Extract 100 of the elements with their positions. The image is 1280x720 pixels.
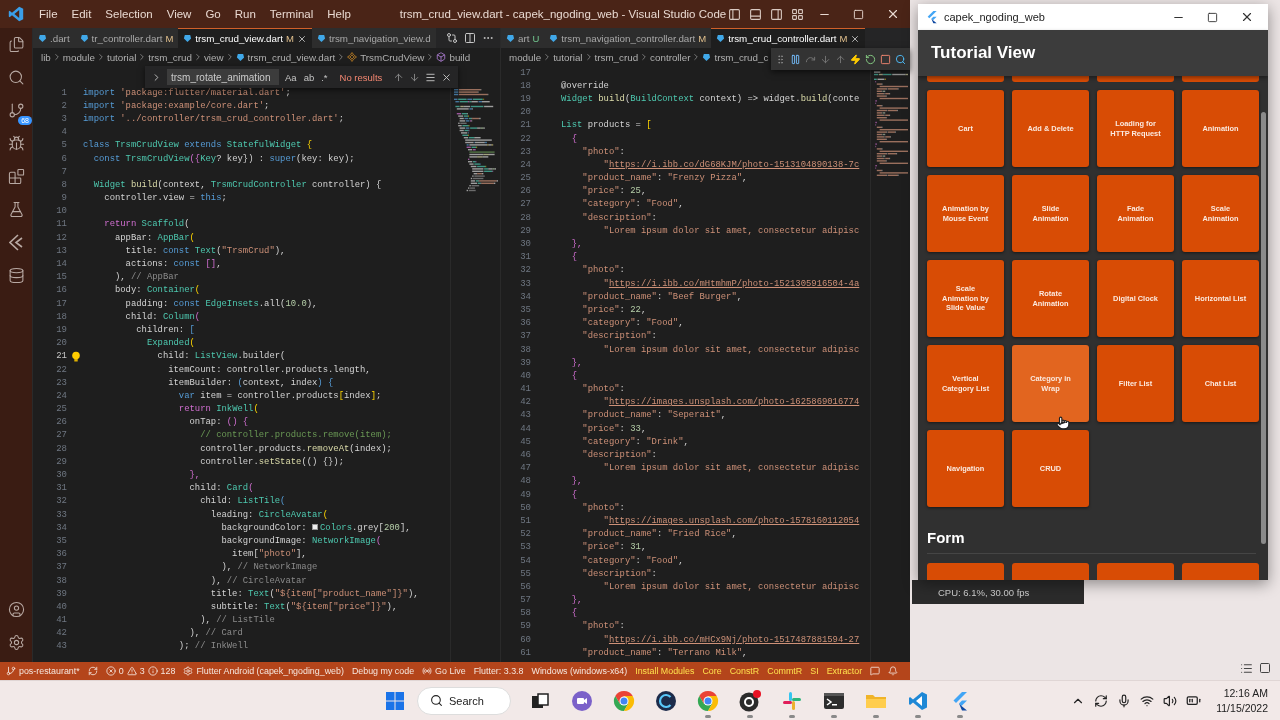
video-chat-icon[interactable] bbox=[571, 689, 593, 712]
editor-tab[interactable]: trsm_crud_controller.dart M bbox=[711, 28, 866, 48]
menu-item[interactable]: Go bbox=[198, 8, 228, 20]
status-item[interactable]: Flutter: 3.3.8 bbox=[473, 666, 524, 676]
clock-time[interactable]: 12:16 AM bbox=[1223, 686, 1268, 701]
terminal-icon[interactable] bbox=[823, 690, 845, 711]
close-icon[interactable] bbox=[886, 7, 900, 21]
ring-app-icon[interactable] bbox=[655, 689, 677, 712]
find-field[interactable]: trsm_rotate_animation bbox=[167, 69, 279, 85]
find-option-button[interactable]: ab bbox=[302, 71, 316, 83]
menu-item[interactable]: View bbox=[159, 8, 199, 20]
ribbon-icon[interactable] bbox=[908, 690, 928, 711]
status-item[interactable]: SI bbox=[810, 666, 819, 676]
scrollbar[interactable] bbox=[1261, 112, 1266, 544]
breadcrumb-item[interactable]: controller bbox=[650, 51, 691, 63]
breadcrumb-item[interactable]: tutorial bbox=[106, 51, 137, 63]
editor-tab[interactable]: trsm_navigation_controller.dart M bbox=[544, 28, 712, 48]
feedback-icon[interactable] bbox=[870, 666, 881, 676]
grip-icon[interactable] bbox=[775, 53, 786, 65]
warning-count[interactable]: 3 bbox=[139, 666, 145, 676]
panel-bottom-icon[interactable] bbox=[749, 7, 762, 21]
close-icon[interactable] bbox=[441, 71, 453, 83]
lines-icon[interactable] bbox=[425, 71, 437, 83]
breadcrumb-item[interactable]: build bbox=[449, 51, 471, 63]
breadcrumb-item[interactable]: tutorial bbox=[553, 51, 583, 63]
compare-icon[interactable] bbox=[446, 32, 458, 44]
stop-icon[interactable] bbox=[880, 53, 891, 65]
square-icon[interactable] bbox=[1259, 662, 1271, 674]
breadcrumb-item[interactable]: lib bbox=[41, 51, 51, 63]
search-icon[interactable] bbox=[7, 68, 25, 86]
menu-item[interactable]: Terminal bbox=[262, 8, 321, 20]
close-icon[interactable] bbox=[850, 33, 861, 44]
status-item[interactable]: ConstR bbox=[729, 666, 760, 676]
go-live-button[interactable]: Go Live bbox=[435, 666, 466, 676]
search-icon[interactable] bbox=[895, 53, 906, 65]
find-option-button[interactable]: .* bbox=[320, 71, 329, 83]
sync-icon[interactable] bbox=[1094, 693, 1109, 708]
account-icon[interactable] bbox=[7, 600, 25, 618]
arrow-down-icon[interactable] bbox=[820, 53, 831, 65]
breadcrumb-item[interactable]: view bbox=[203, 51, 224, 63]
browser-icon[interactable] bbox=[613, 689, 635, 712]
menu-item[interactable]: File bbox=[32, 8, 65, 20]
status-item[interactable]: Extractor bbox=[826, 666, 863, 676]
windows-stack-icon[interactable] bbox=[530, 690, 550, 711]
start-icon[interactable] bbox=[385, 690, 405, 711]
database-icon[interactable] bbox=[7, 266, 25, 284]
lightbulb-icon[interactable] bbox=[71, 350, 81, 362]
lightning-icon[interactable] bbox=[850, 53, 861, 65]
hash-app-icon[interactable] bbox=[782, 690, 802, 711]
chevron-logo-icon[interactable] bbox=[951, 690, 969, 711]
recorder-icon[interactable] bbox=[738, 688, 762, 713]
menu-item[interactable]: Help bbox=[320, 8, 358, 20]
speaker-icon[interactable] bbox=[1163, 693, 1178, 708]
microphone-icon[interactable] bbox=[1117, 693, 1132, 708]
browser-icon[interactable] bbox=[697, 689, 719, 712]
editor-tab[interactable]: .dart bbox=[33, 28, 75, 48]
editor-tab[interactable]: art U bbox=[501, 28, 545, 48]
bug-icon[interactable] bbox=[7, 134, 25, 152]
editor-tab[interactable]: tr_controller.dart M bbox=[74, 28, 179, 48]
split-editor-icon[interactable] bbox=[464, 32, 476, 44]
files-icon[interactable] bbox=[7, 35, 25, 53]
panel-right-icon[interactable] bbox=[770, 7, 783, 21]
editor-tab[interactable]: trsm_crud_view.dart M bbox=[178, 28, 312, 48]
breadcrumb-item[interactable]: trsm_crud_c bbox=[714, 51, 769, 63]
branch-icon[interactable] bbox=[7, 101, 25, 119]
status-item[interactable]: Debug my code bbox=[351, 666, 415, 676]
info-count[interactable]: 128 bbox=[160, 666, 176, 676]
status-item[interactable]: Windows (windows-x64) bbox=[531, 666, 628, 676]
status-item[interactable]: Core bbox=[702, 666, 722, 676]
list-view-icon[interactable] bbox=[1240, 662, 1253, 675]
settings-icon[interactable] bbox=[7, 633, 25, 651]
maximize-icon[interactable] bbox=[1207, 11, 1218, 23]
arrow-up-icon[interactable] bbox=[393, 71, 405, 83]
bell-icon[interactable] bbox=[888, 666, 899, 676]
panel-left-icon[interactable] bbox=[728, 7, 741, 21]
close-icon[interactable] bbox=[296, 33, 307, 44]
blocks-icon[interactable] bbox=[7, 167, 25, 185]
breadcrumb-item[interactable]: trsm_crud bbox=[594, 51, 639, 63]
device-selector[interactable]: Flutter Android (capek_ngoding_web) bbox=[196, 666, 344, 676]
breadcrumb-item[interactable]: module bbox=[62, 51, 95, 63]
battery-icon[interactable] bbox=[1186, 693, 1202, 708]
search-box[interactable]: Search bbox=[417, 686, 511, 715]
chevron-shape-icon[interactable] bbox=[8, 233, 24, 251]
status-item[interactable]: CommtR bbox=[767, 666, 803, 676]
error-count[interactable]: 0 bbox=[118, 666, 124, 676]
arrow-down-icon[interactable] bbox=[409, 71, 421, 83]
menu-item[interactable]: Edit bbox=[64, 8, 99, 20]
breadcrumb-item[interactable]: TrsmCrudView bbox=[360, 51, 425, 63]
breadcrumb-item[interactable]: trsm_crud bbox=[148, 51, 192, 63]
close-icon[interactable] bbox=[1240, 10, 1254, 24]
status-item[interactable]: Install Modules bbox=[635, 666, 695, 676]
flask-icon[interactable] bbox=[7, 200, 25, 218]
menu-item[interactable]: Run bbox=[227, 8, 263, 20]
editor-tab[interactable]: trsm_navigation_view.d bbox=[311, 28, 436, 48]
find-option-button[interactable]: Aa bbox=[284, 71, 298, 83]
breadcrumb-item[interactable]: module bbox=[509, 51, 542, 63]
pause-icon[interactable] bbox=[790, 53, 801, 65]
restart-icon[interactable] bbox=[865, 53, 876, 65]
layout-icon[interactable] bbox=[791, 7, 804, 21]
menu-item[interactable]: Selection bbox=[98, 8, 160, 20]
